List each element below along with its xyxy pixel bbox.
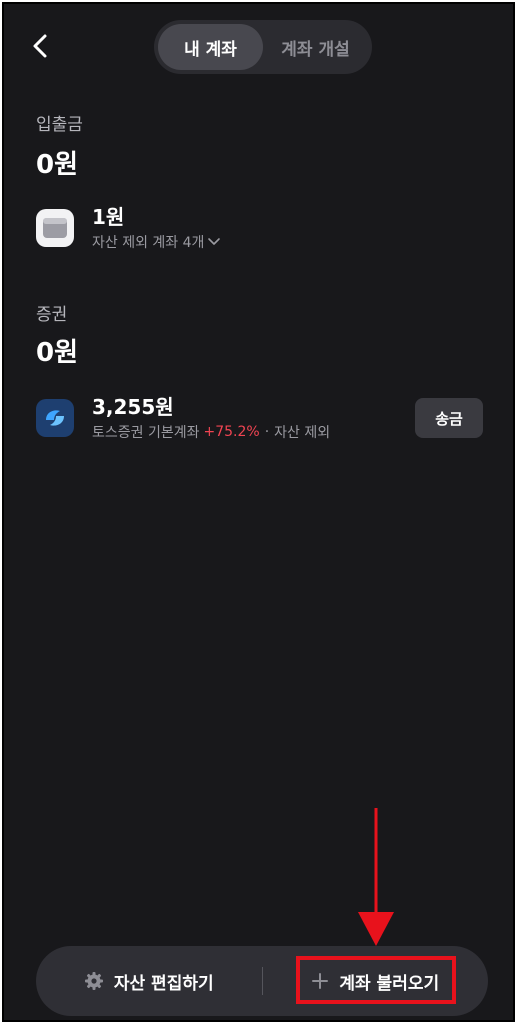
annotation-arrow — [358, 808, 394, 946]
account-tabs: 내 계좌 계좌 개설 — [154, 20, 372, 74]
asset-excluded-label: 자산 제외 — [274, 425, 331, 441]
return-rate: +75.2% — [203, 424, 260, 440]
edit-assets-button[interactable]: 자산 편집하기 — [36, 946, 262, 1016]
securities-account-amount: 3,255원 — [92, 395, 174, 419]
gear-icon — [84, 971, 104, 991]
toss-securities-icon — [36, 399, 74, 437]
chevron-left-icon — [33, 34, 47, 58]
wallet-icon — [36, 209, 74, 247]
excluded-accounts-label: 자산 제외 계좌 4개 — [92, 235, 205, 251]
securities-account-name: 토스증권 기본계좌 — [92, 425, 200, 441]
deposit-account-row[interactable]: 1원 자산 제외 계좌 4개 — [36, 200, 483, 256]
excluded-accounts-toggle[interactable]: 자산 제외 계좌 4개 — [92, 232, 221, 252]
deposits-total: 0원 — [36, 150, 79, 180]
securities-total: 0원 — [36, 338, 79, 368]
send-button[interactable]: 송금 — [415, 398, 483, 438]
securities-account-row[interactable]: 3,255원 토스증권 기본계좌 +75.2% · 자산 제외 송금 — [36, 390, 483, 446]
chevron-down-icon — [208, 238, 221, 245]
bottom-action-bar: 자산 편집하기 계좌 불러오기 — [36, 946, 488, 1016]
securities-section-label: 증권 — [36, 305, 68, 325]
deposit-account-amount: 1원 — [92, 205, 125, 229]
import-account-button[interactable]: 계좌 불러오기 — [263, 946, 489, 1016]
tab-open-account[interactable]: 계좌 개설 — [263, 24, 368, 70]
tab-my-accounts[interactable]: 내 계좌 — [158, 24, 263, 70]
app-screen: 내 계좌 계좌 개설 입출금 0원 1원 자산 제외 계좌 4개 증권 0원 3… — [2, 2, 515, 1022]
plus-icon — [311, 972, 329, 990]
separator-dot: · — [264, 424, 270, 440]
deposits-section-label: 입출금 — [36, 115, 83, 135]
back-button[interactable] — [26, 32, 54, 60]
edit-assets-label: 자산 편집하기 — [113, 973, 214, 994]
import-account-label: 계좌 불러오기 — [339, 973, 440, 994]
